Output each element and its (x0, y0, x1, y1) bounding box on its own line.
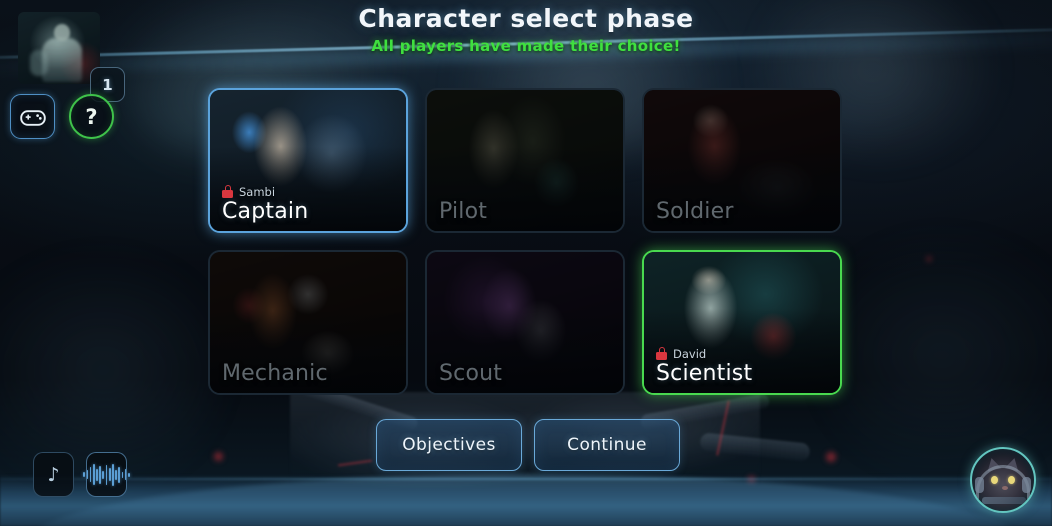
card-info: David Scientist (656, 347, 830, 385)
background-spark (214, 452, 223, 461)
waveform-icon (83, 463, 130, 486)
game-screen: Character select phase All players have … (0, 0, 1052, 526)
character-card-soldier[interactable]: Soldier (642, 88, 842, 233)
card-info: Pilot (439, 198, 613, 224)
card-owner-row: Sambi (222, 185, 396, 199)
action-bar: Objectives Continue (376, 419, 680, 471)
player-hud: 1 (18, 12, 125, 102)
sound-effects-button[interactable] (83, 452, 130, 497)
card-owner-name: David (673, 346, 707, 361)
card-info: Soldier (656, 198, 830, 224)
cat-collar-icon (982, 497, 1026, 504)
continue-button[interactable]: Continue (534, 419, 680, 471)
card-character-name: Mechanic (222, 360, 328, 386)
card-info: Mechanic (222, 360, 396, 386)
page-title: Character select phase (358, 4, 694, 33)
help-button[interactable]: ? (69, 94, 114, 139)
headphone-cup-icon (1022, 477, 1031, 493)
headphone-cup-icon (975, 477, 984, 493)
card-owner-name: Sambi (239, 184, 276, 199)
avatar-figure-head (54, 24, 70, 41)
character-card-scout[interactable]: Scout (425, 250, 625, 395)
background-spark (926, 256, 932, 262)
character-card-captain[interactable]: Sambi Captain (208, 88, 408, 233)
avatar-figure-body (42, 38, 82, 82)
character-grid: Sambi Captain Pilot Soldier Mechanic Sco… (208, 88, 842, 395)
gamepad-button[interactable] (10, 94, 55, 139)
card-owner-row: David (656, 347, 830, 361)
cat-eye-icon (1008, 476, 1015, 484)
cat-nose-icon (1002, 486, 1008, 490)
card-character-name: Captain (222, 198, 309, 224)
user-profile-avatar[interactable] (970, 447, 1036, 513)
card-character-name: Soldier (656, 198, 734, 224)
objectives-button[interactable]: Objectives (376, 419, 522, 471)
card-character-name: Pilot (439, 198, 488, 224)
hud-button-group: ? (10, 94, 114, 139)
lock-icon (656, 347, 667, 361)
background-spark (826, 452, 836, 462)
lock-icon (222, 185, 233, 199)
cat-eye-icon (991, 476, 998, 484)
audio-controls: ♪ (33, 452, 130, 497)
header: Character select phase All players have … (0, 0, 1052, 55)
avatar[interactable] (18, 12, 100, 84)
card-character-name: Scout (439, 360, 503, 386)
character-card-pilot[interactable]: Pilot (425, 88, 625, 233)
background-bottom-band (0, 474, 1052, 526)
background-blob (820, 230, 1052, 480)
card-info: Scout (439, 360, 613, 386)
gamepad-icon (19, 109, 46, 126)
status-text: All players have made their choice! (371, 37, 681, 55)
character-card-scientist[interactable]: David Scientist (642, 250, 842, 395)
character-card-mechanic[interactable]: Mechanic (208, 250, 408, 395)
card-info: Sambi Captain (222, 185, 396, 223)
card-character-name: Scientist (656, 360, 753, 386)
music-button[interactable]: ♪ (33, 452, 74, 497)
